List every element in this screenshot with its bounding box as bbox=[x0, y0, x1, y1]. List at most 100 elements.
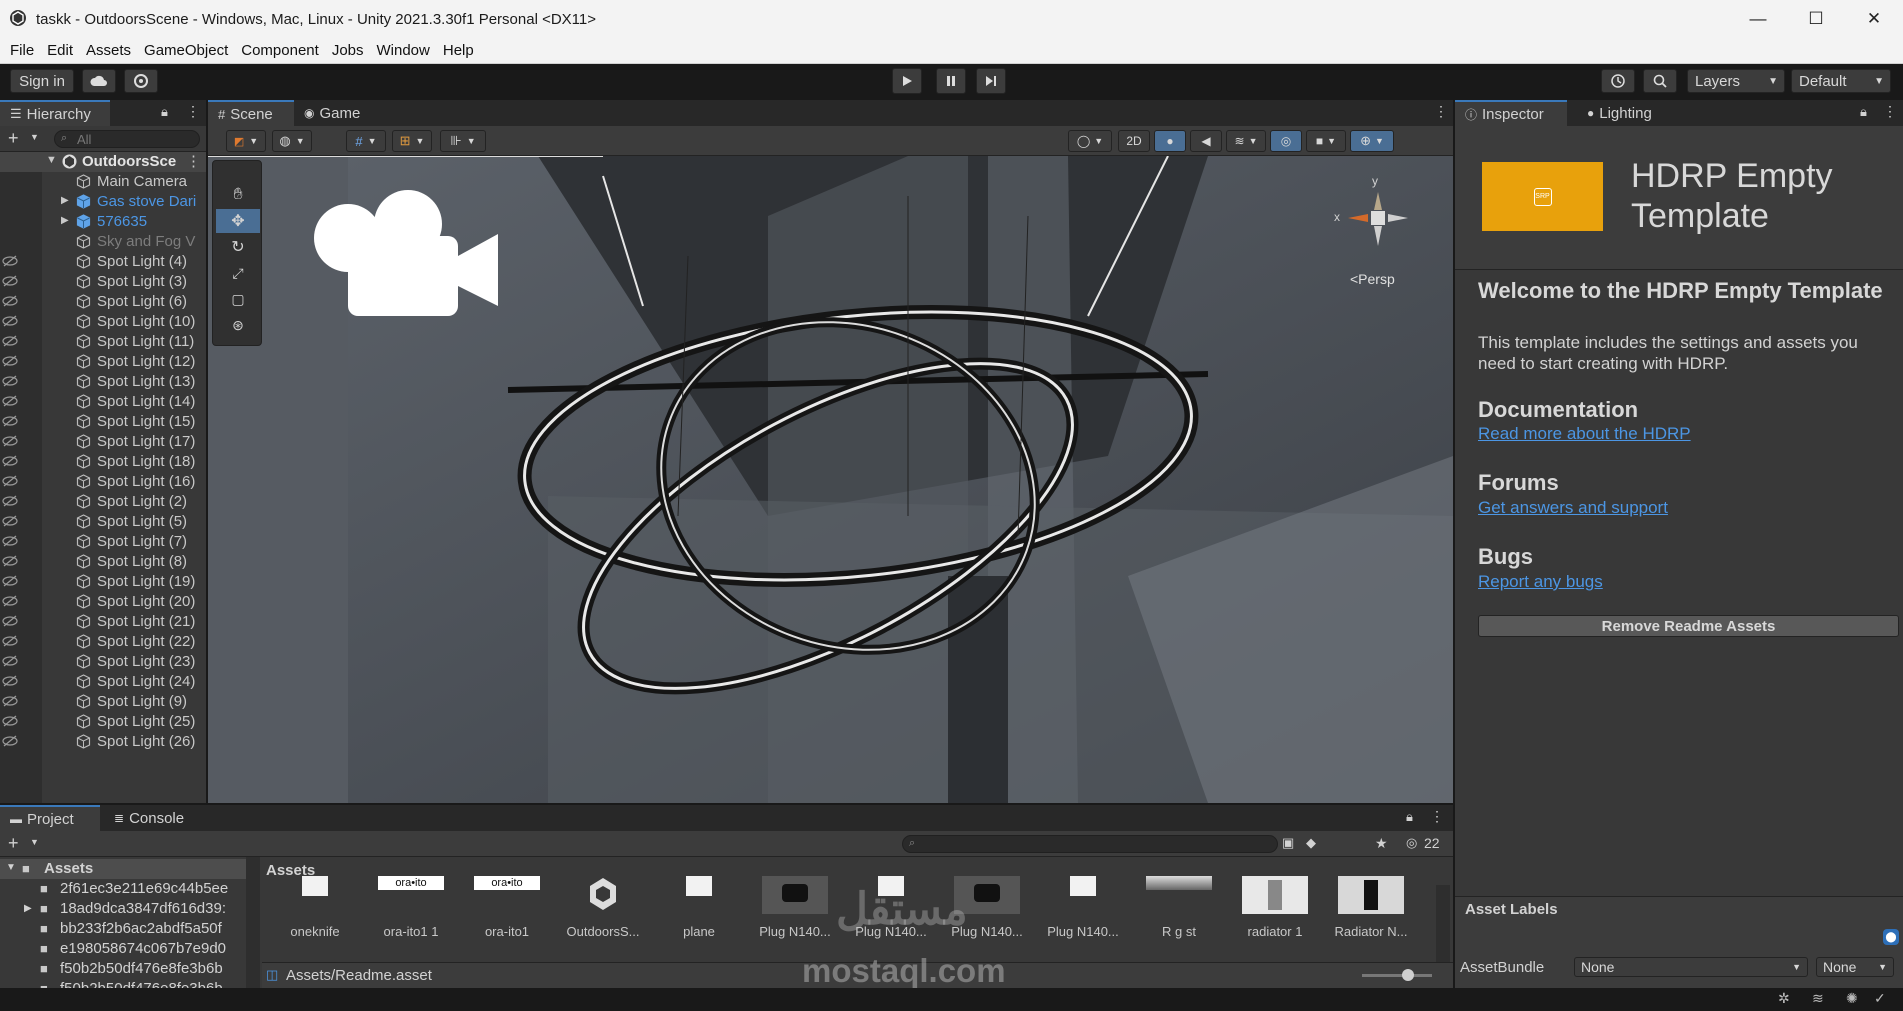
cache-icon[interactable]: ≋ bbox=[1812, 990, 1824, 1007]
asset-item[interactable]: radiator 1 bbox=[1232, 872, 1318, 942]
menu-gameobject[interactable]: GameObject bbox=[144, 42, 228, 59]
search-button[interactable] bbox=[1643, 69, 1677, 93]
eye-slash-icon[interactable] bbox=[2, 275, 18, 287]
eye-slash-icon[interactable] bbox=[2, 295, 18, 307]
orientation-gizmo[interactable]: y x bbox=[1328, 170, 1428, 270]
asset-item[interactable]: ora•ito ora-ito1 bbox=[464, 872, 550, 942]
expand-arrow-icon[interactable]: ▼ bbox=[6, 862, 16, 873]
hierarchy-item[interactable]: Spot Light (23) bbox=[0, 652, 206, 672]
eye-slash-icon[interactable] bbox=[2, 395, 18, 407]
tab-lighting[interactable]: ● Lighting bbox=[1577, 100, 1687, 126]
project-search-input[interactable]: ⌕ bbox=[902, 835, 1278, 853]
folder-row[interactable]: ■ e198058674c067b7e9d0 bbox=[0, 939, 246, 959]
eye-slash-icon[interactable] bbox=[2, 495, 18, 507]
layout-dropdown[interactable]: Default ▼ bbox=[1791, 69, 1891, 93]
camera-button[interactable]: ■ ▼ bbox=[1306, 130, 1346, 152]
hierarchy-item[interactable]: Spot Light (13) bbox=[0, 372, 206, 392]
hierarchy-item[interactable]: Spot Light (20) bbox=[0, 592, 206, 612]
tab-scene[interactable]: # Scene bbox=[208, 100, 294, 126]
asset-item[interactable]: Plug N140... bbox=[1040, 872, 1126, 942]
hierarchy-item[interactable]: ▶ Gas stove Dari bbox=[0, 192, 206, 212]
hidden-eye-icon[interactable]: ◎ bbox=[1406, 835, 1417, 851]
perspective-label[interactable]: <Persp bbox=[1350, 271, 1395, 287]
eye-slash-icon[interactable] bbox=[2, 415, 18, 427]
eye-slash-icon[interactable] bbox=[2, 715, 18, 727]
asset-item[interactable]: Plug N140... bbox=[752, 872, 838, 942]
sign-in-button[interactable]: Sign in bbox=[10, 69, 74, 93]
more-options-icon[interactable]: ⋮ bbox=[1883, 103, 1897, 120]
eye-slash-icon[interactable] bbox=[2, 355, 18, 367]
expand-arrow-icon[interactable]: ▶ bbox=[61, 195, 69, 206]
global-button[interactable]: ◍ ▼ bbox=[272, 130, 312, 152]
folder-row[interactable]: ▶ ■ 18ad9dca3847df616d39: bbox=[0, 899, 246, 919]
favorite-star-icon[interactable]: ★ bbox=[1375, 835, 1388, 852]
hierarchy-item[interactable]: Spot Light (5) bbox=[0, 512, 206, 532]
scale-tool-button[interactable]: ⤢ bbox=[216, 261, 260, 285]
expand-arrow-icon[interactable]: ▼ bbox=[46, 154, 57, 166]
more-options-icon[interactable]: ⋮ bbox=[1434, 103, 1448, 120]
hierarchy-item[interactable]: Spot Light (19) bbox=[0, 572, 206, 592]
transform-tool-button[interactable]: ⊛ bbox=[216, 313, 260, 337]
eye-slash-icon[interactable] bbox=[2, 655, 18, 667]
hierarchy-item[interactable]: Spot Light (10) bbox=[0, 312, 206, 332]
slider-handle[interactable] bbox=[1402, 969, 1414, 981]
expand-arrow-icon[interactable]: ▶ bbox=[24, 903, 32, 914]
hierarchy-item[interactable]: Spot Light (15) bbox=[0, 412, 206, 432]
add-icon[interactable]: + bbox=[8, 833, 19, 854]
rect-tool-button[interactable]: ▢ bbox=[216, 287, 260, 311]
draw-mode-button[interactable]: ◩ ▼ bbox=[226, 130, 266, 152]
gizmos-button[interactable]: ⊕ ▼ bbox=[1350, 130, 1394, 152]
folder-row[interactable]: ■ bb233f2b6ac2abdf5a50f bbox=[0, 919, 246, 939]
hierarchy-item[interactable]: Spot Light (17) bbox=[0, 432, 206, 452]
eye-slash-icon[interactable] bbox=[2, 735, 18, 747]
step-button[interactable] bbox=[976, 68, 1006, 94]
dropdown-arrow-icon[interactable]: ▼ bbox=[30, 132, 39, 142]
eye-slash-icon[interactable] bbox=[2, 555, 18, 567]
folder-row[interactable]: ■ 2f61ec3e211e69c44b5ee bbox=[0, 879, 246, 899]
pause-button[interactable] bbox=[936, 68, 966, 94]
hierarchy-item[interactable]: Spot Light (18) bbox=[0, 452, 206, 472]
minimize-button[interactable]: — bbox=[1729, 0, 1787, 38]
hierarchy-item[interactable]: Spot Light (16) bbox=[0, 472, 206, 492]
rotate-tool-button[interactable]: ↻ bbox=[216, 235, 260, 259]
hierarchy-item[interactable]: Spot Light (22) bbox=[0, 632, 206, 652]
documentation-link[interactable]: Read more about the HDRP bbox=[1478, 424, 1691, 444]
hierarchy-item[interactable]: Spot Light (26) bbox=[0, 732, 206, 752]
hierarchy-item[interactable]: Spot Light (24) bbox=[0, 672, 206, 692]
bugs-link[interactable]: Report any bugs bbox=[1478, 572, 1603, 592]
scene-visibility-toggle[interactable]: ◎ bbox=[1270, 130, 1302, 152]
progress-icon[interactable]: ✺ bbox=[1846, 990, 1858, 1007]
asset-grid-scrollbar[interactable] bbox=[1436, 885, 1450, 965]
scene-viewport[interactable]: ✋︎ ✥ ↻ ⤢ ▢ ⊛ y x <Persp bbox=[208, 156, 1453, 803]
scene-row[interactable]: ▼ OutdoorsSce ⋮ bbox=[0, 152, 206, 172]
menu-component[interactable]: Component bbox=[241, 42, 319, 59]
eye-slash-icon[interactable] bbox=[2, 375, 18, 387]
debug-icon[interactable]: ✲ bbox=[1778, 990, 1790, 1007]
check-icon[interactable]: ✓ bbox=[1874, 990, 1886, 1007]
menu-jobs[interactable]: Jobs bbox=[332, 42, 364, 59]
effects-button[interactable]: ≋ ▼ bbox=[1226, 130, 1266, 152]
tab-inspector[interactable]: ⓘ Inspector bbox=[1455, 100, 1567, 126]
eye-slash-icon[interactable] bbox=[2, 335, 18, 347]
more-options-icon[interactable]: ⋮ bbox=[186, 152, 201, 170]
tab-console[interactable]: ≣ Console bbox=[104, 805, 200, 831]
audio-toggle[interactable]: ◀ bbox=[1190, 130, 1222, 152]
lock-icon[interactable]: 🔒︎ bbox=[1406, 809, 1413, 825]
eye-slash-icon[interactable] bbox=[2, 455, 18, 467]
snap-increment-button[interactable]: ⊞ ▼ bbox=[392, 130, 432, 152]
filter-type-icon[interactable]: ▣ bbox=[1282, 835, 1294, 851]
hierarchy-item[interactable]: Main Camera bbox=[0, 172, 206, 192]
asset-item[interactable]: Radiator N... bbox=[1328, 872, 1414, 942]
more-options-icon[interactable]: ⋮ bbox=[186, 103, 200, 120]
layers-dropdown[interactable]: Layers ▼ bbox=[1687, 69, 1785, 93]
folder-row[interactable]: ■ f50b2b50df476e8fe3b6b bbox=[0, 979, 246, 988]
eye-slash-icon[interactable] bbox=[2, 435, 18, 447]
folder-row[interactable]: ■ f50b2b50df476e8fe3b6b bbox=[0, 959, 246, 979]
more-options-icon[interactable]: ⋮ bbox=[1430, 808, 1444, 825]
close-button[interactable]: ✕ bbox=[1845, 0, 1903, 38]
ruler-button[interactable]: ⊪ ▼ bbox=[440, 130, 486, 152]
forums-link[interactable]: Get answers and support bbox=[1478, 498, 1668, 518]
maximize-button[interactable]: ☐ bbox=[1787, 0, 1845, 38]
play-button[interactable] bbox=[892, 68, 922, 94]
asset-item[interactable]: oneknife bbox=[272, 872, 358, 942]
